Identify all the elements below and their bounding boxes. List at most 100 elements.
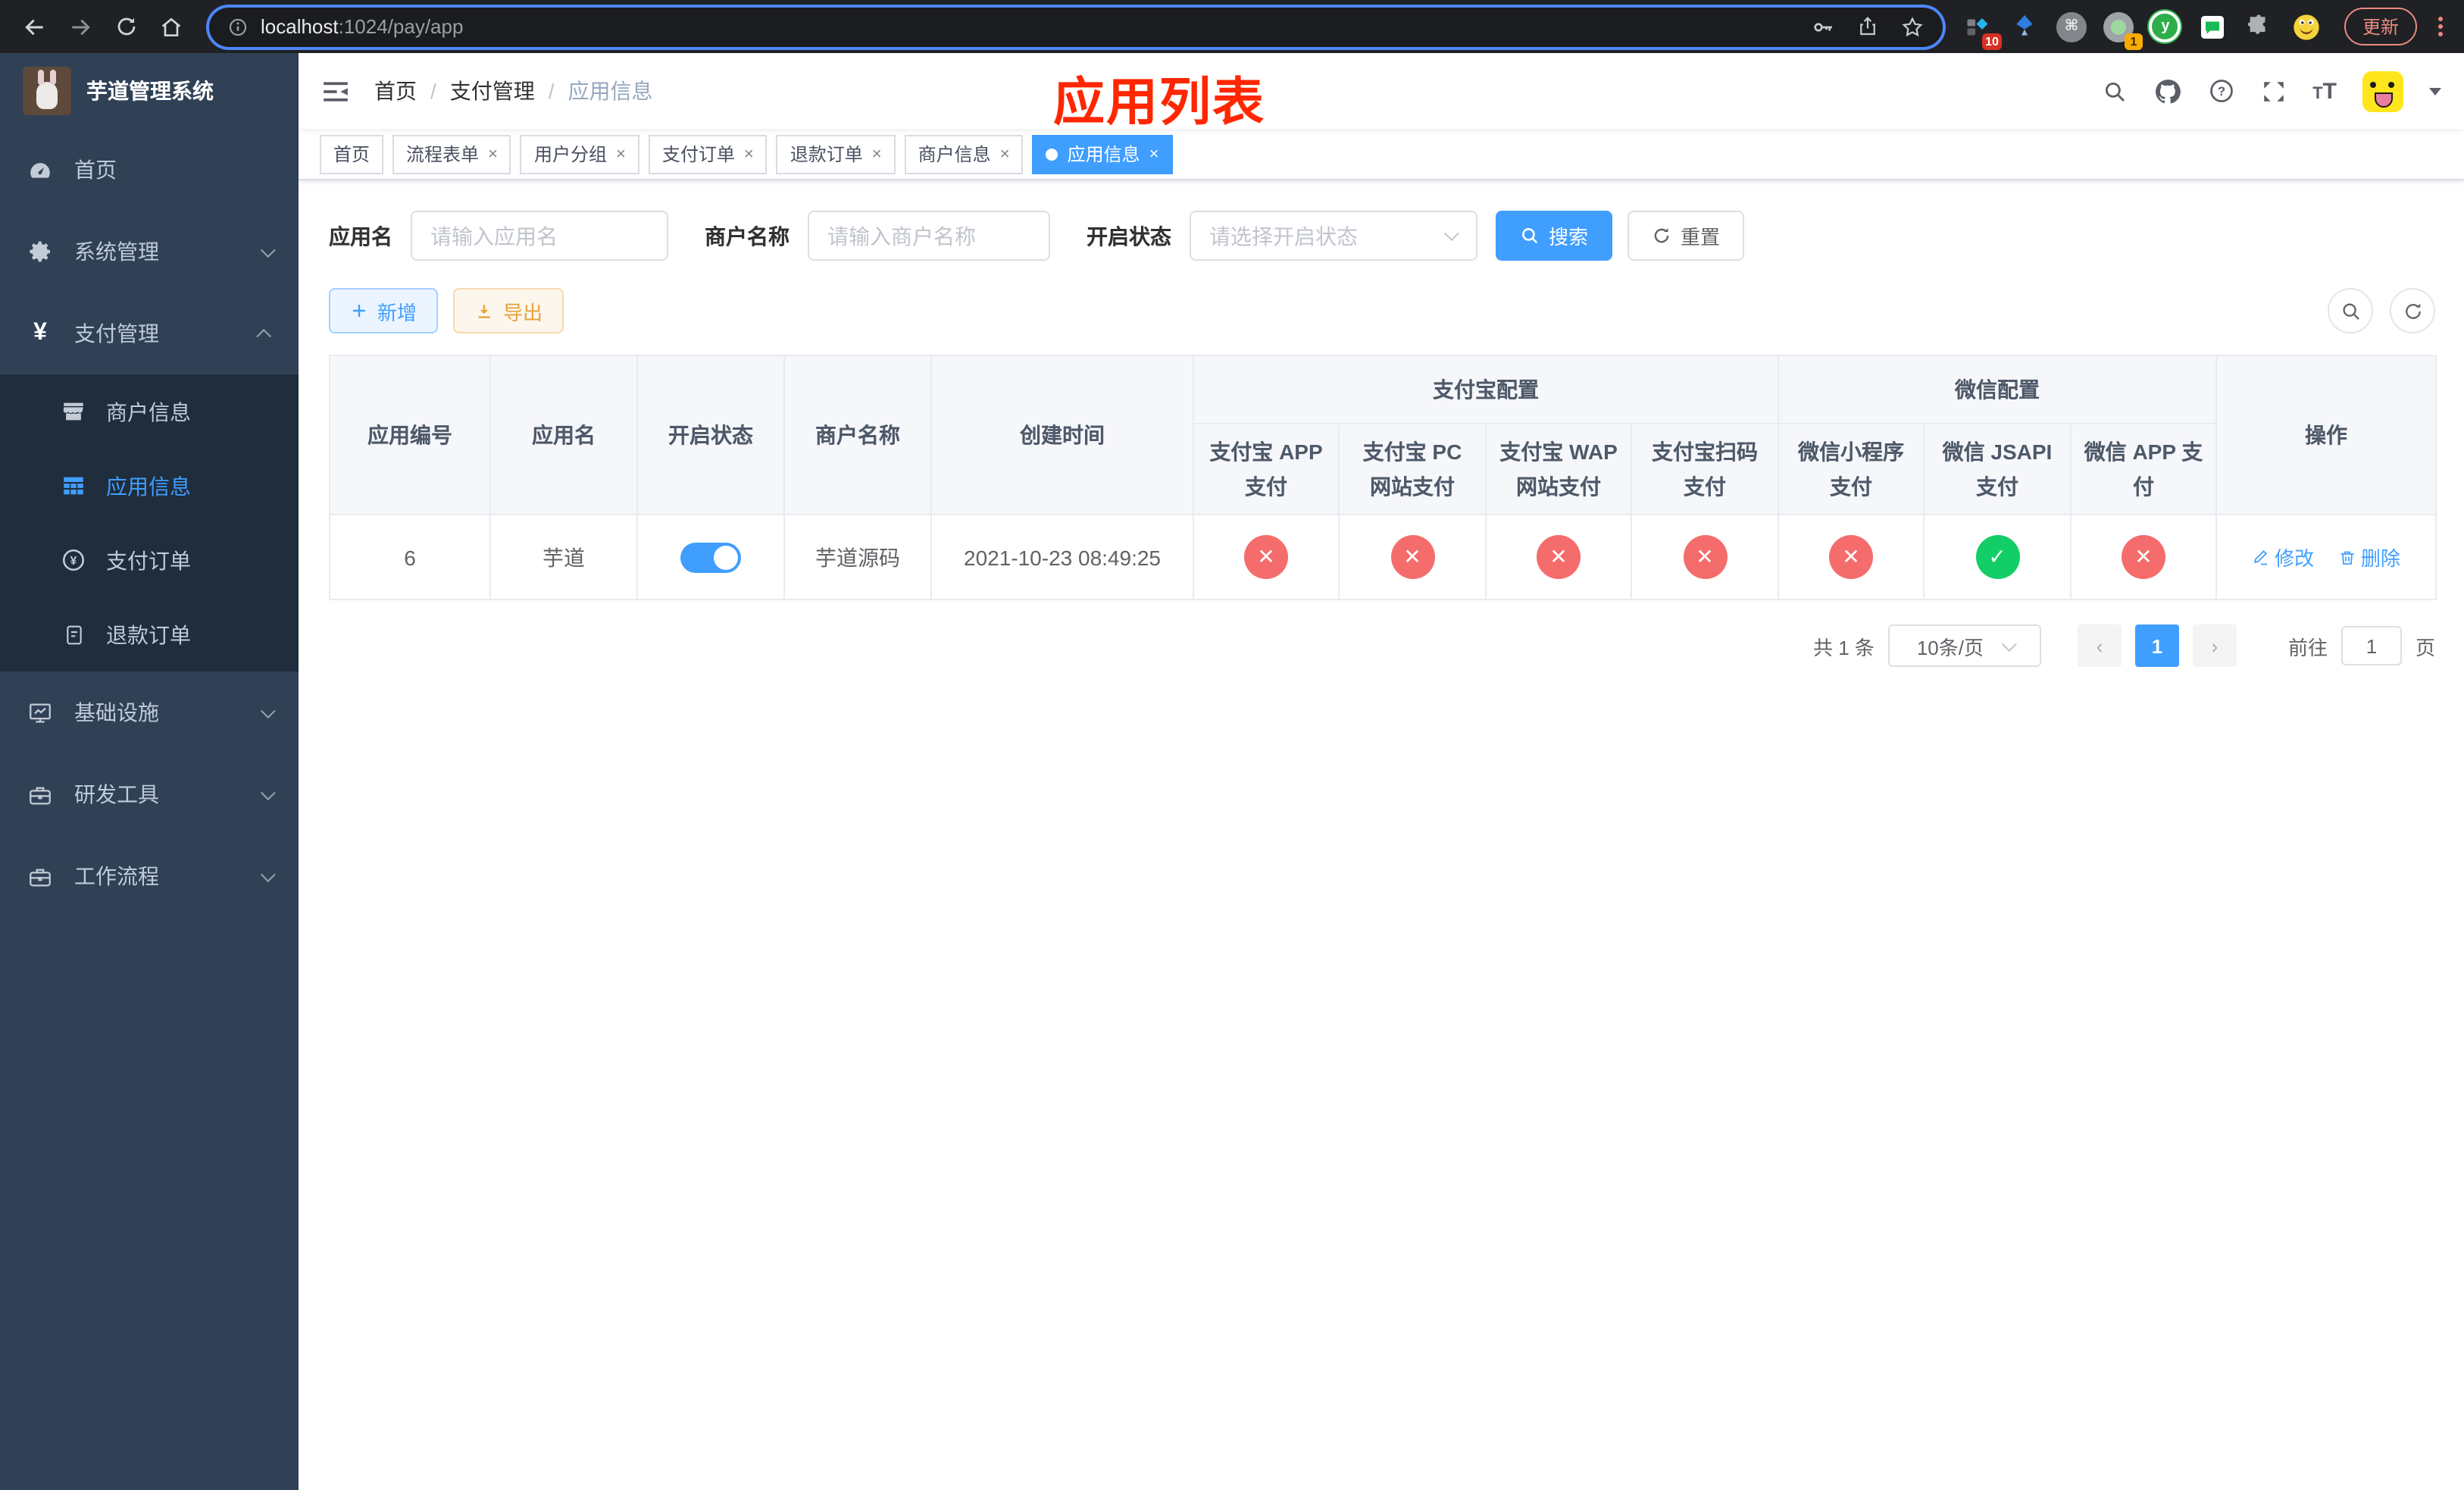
breadcrumb-current: 应用信息 xyxy=(568,79,653,103)
sidebar-item-workflow[interactable]: 工作流程 xyxy=(0,835,299,917)
app-title: 芋道管理系统 xyxy=(86,79,214,103)
pencil-icon xyxy=(2254,549,2268,565)
close-icon[interactable]: × xyxy=(1149,145,1159,163)
share-icon[interactable] xyxy=(1856,15,1879,38)
alipay-qr-status-icon: ✕ xyxy=(1683,535,1727,579)
reset-button[interactable]: 重置 xyxy=(1628,211,1745,261)
search-icon[interactable] xyxy=(2102,78,2128,104)
sidebar-logo[interactable]: 芋道管理系统 xyxy=(0,53,299,129)
tag-refund-order[interactable]: 退款订单 × xyxy=(776,134,896,174)
edit-link[interactable]: 修改 xyxy=(2252,543,2314,571)
extension-emoji-icon[interactable] xyxy=(2290,10,2323,43)
browser-reload-icon[interactable] xyxy=(106,7,145,46)
pagination: 共 1 条 10条/页 ‹ 1 › 前往 页 xyxy=(329,624,2435,667)
help-icon[interactable]: ? xyxy=(2208,77,2235,105)
close-icon[interactable]: × xyxy=(872,145,882,163)
extension-badge: 10 xyxy=(1982,33,2002,49)
alipay-wap-status-icon: ✕ xyxy=(1537,535,1581,579)
tag-user-group[interactable]: 用户分组 × xyxy=(520,134,639,174)
refresh-button[interactable] xyxy=(2390,288,2435,333)
sidebar-item-devtools[interactable]: 研发工具 xyxy=(0,753,299,835)
prev-page-button[interactable]: ‹ xyxy=(2077,624,2122,667)
close-icon[interactable]: × xyxy=(616,145,626,163)
tag-pay-order[interactable]: 支付订单 × xyxy=(648,134,768,174)
add-button[interactable]: 新增 xyxy=(329,288,439,333)
col-app-name: 应用名 xyxy=(489,355,638,515)
github-icon[interactable] xyxy=(2153,77,2182,105)
extensions-puzzle-icon[interactable] xyxy=(2243,10,2276,43)
tag-home[interactable]: 首页 xyxy=(320,134,384,174)
font-size-icon[interactable]: TT xyxy=(2312,78,2337,104)
fullscreen-icon[interactable] xyxy=(2261,78,2287,104)
cell-app-name: 芋道 xyxy=(489,514,638,600)
address-bar[interactable]: localhost:1024/pay/app xyxy=(209,7,1943,46)
sidebar-item-label: 研发工具 xyxy=(74,782,159,806)
extension-kite-icon[interactable] xyxy=(2008,10,2041,43)
sidebar-item-refund-order[interactable]: 退款订单 xyxy=(0,597,299,671)
sidebar-item-pay-order[interactable]: ¥ 支付订单 xyxy=(0,523,299,597)
close-icon[interactable]: × xyxy=(1000,145,1010,163)
sidebar-item-pay[interactable]: ¥ 支付管理 xyxy=(0,293,299,374)
browser-menu-icon[interactable] xyxy=(2432,17,2449,36)
browser-back-icon[interactable] xyxy=(15,7,55,46)
col-alipay-qr: 支付宝扫码支付 xyxy=(1631,423,1779,515)
col-wx-lite: 微信小程序支付 xyxy=(1778,423,1925,515)
sidebar-item-label: 支付管理 xyxy=(74,321,159,346)
bookmark-star-icon[interactable] xyxy=(1900,14,1925,39)
extension-command-icon[interactable]: ⌘ xyxy=(2055,10,2088,43)
extension-chat-icon[interactable] xyxy=(2196,10,2229,43)
close-icon[interactable]: × xyxy=(744,145,754,163)
extension-y-icon[interactable]: y xyxy=(2149,10,2182,43)
delete-link[interactable]: 删除 xyxy=(2338,543,2400,571)
extension-account-icon[interactable]: 1 xyxy=(2102,10,2143,49)
sidebar-item-system[interactable]: 系统管理 xyxy=(0,211,299,293)
col-wx-app: 微信 APP 支付 xyxy=(2069,423,2218,515)
export-button[interactable]: 导出 xyxy=(453,288,564,333)
merchant-name-label: 商户名称 xyxy=(705,224,790,248)
site-info-icon[interactable] xyxy=(227,16,249,37)
page-unit-label: 页 xyxy=(2415,636,2435,659)
sidebar-item-label: 首页 xyxy=(74,158,117,182)
user-avatar[interactable] xyxy=(2362,70,2403,111)
user-menu-caret-icon[interactable] xyxy=(2429,87,2441,101)
collapse-sidebar-icon[interactable] xyxy=(321,77,350,105)
goto-label: 前往 xyxy=(2287,636,2328,659)
sidebar-item-home[interactable]: 首页 xyxy=(0,129,299,211)
chevron-down-icon xyxy=(260,242,276,258)
tag-merchant-info[interactable]: 商户信息 × xyxy=(904,134,1024,174)
sidebar-item-label: 系统管理 xyxy=(74,239,159,264)
col-create-time: 创建时间 xyxy=(930,355,1194,515)
enabled-toggle[interactable] xyxy=(680,542,741,572)
page-content: 应用名 商户名称 开启状态 请选择开启状态 搜索 xyxy=(299,180,2464,1490)
search-button[interactable]: 搜索 xyxy=(1496,211,1613,261)
sidebar-item-merchant-info[interactable]: 商户信息 xyxy=(0,374,299,449)
alipay-pc-status-icon: ✕ xyxy=(1390,535,1434,579)
sidebar-item-app-info[interactable]: 应用信息 xyxy=(0,449,299,523)
browser-update-button[interactable]: 更新 xyxy=(2344,8,2417,45)
password-key-icon[interactable] xyxy=(1811,14,1835,39)
merchant-name-input[interactable] xyxy=(808,211,1050,261)
tag-app-info[interactable]: 应用信息 × xyxy=(1032,134,1173,174)
browser-forward-icon[interactable] xyxy=(61,7,100,46)
chevron-down-icon xyxy=(260,866,276,882)
sidebar-item-infra[interactable]: 基础设施 xyxy=(0,671,299,753)
sidebar-item-label: 基础设施 xyxy=(74,700,159,725)
col-merchant: 商户名称 xyxy=(783,355,932,515)
breadcrumb-home[interactable]: 首页 xyxy=(374,76,417,106)
total-count: 共 1 条 xyxy=(1813,636,1875,659)
tag-process-form[interactable]: 流程表单 × xyxy=(392,134,511,174)
page-1-button[interactable]: 1 xyxy=(2134,624,2179,667)
goto-page-input[interactable] xyxy=(2340,626,2402,665)
page-size-select[interactable]: 10条/页 xyxy=(1887,624,2041,667)
app-name-input[interactable] xyxy=(411,211,668,261)
browser-toolbar: localhost:1024/pay/app 10 ⌘ 1 y 更新 xyxy=(0,0,2464,53)
next-page-button[interactable]: › xyxy=(2192,624,2237,667)
close-icon[interactable]: × xyxy=(488,145,498,163)
status-select[interactable]: 请选择开启状态 xyxy=(1190,211,1477,261)
browser-home-icon[interactable] xyxy=(152,7,191,46)
extension-deploy-icon[interactable]: 10 xyxy=(1961,10,2002,49)
navbar: 首页 / 支付管理 / 应用信息 应用列表 ? TT xyxy=(299,53,2464,132)
col-group-wechat: 微信配置 xyxy=(1777,355,2218,424)
toggle-search-button[interactable] xyxy=(2328,288,2373,333)
breadcrumb-pay[interactable]: 支付管理 xyxy=(450,76,535,106)
